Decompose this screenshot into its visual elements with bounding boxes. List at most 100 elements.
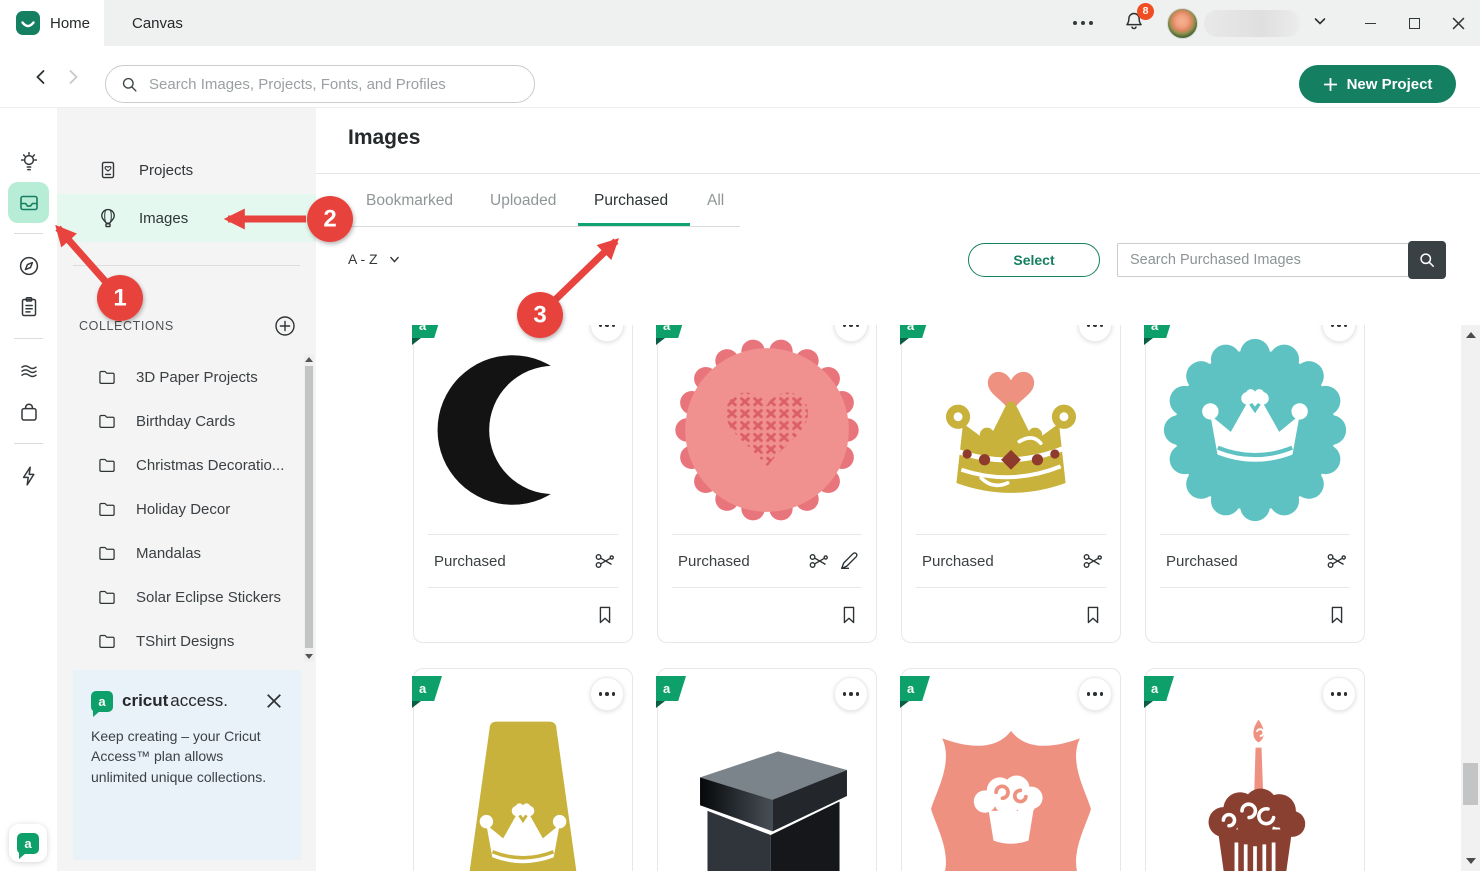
folder-item[interactable]: Birthday Cards xyxy=(57,401,297,441)
main-scrollbar[interactable] xyxy=(1461,325,1480,871)
folder-icon xyxy=(97,543,117,563)
bookmark-button[interactable] xyxy=(1082,604,1104,626)
bookmark-button[interactable] xyxy=(594,604,616,626)
scrollbar-thumb[interactable] xyxy=(305,366,313,648)
back-button[interactable] xyxy=(29,65,53,89)
card-menu-button[interactable] xyxy=(834,677,868,711)
status-label: Purchased xyxy=(922,553,1074,570)
image-card-crescent-moon[interactable]: a Purchased xyxy=(413,325,633,643)
promo-close-button[interactable] xyxy=(263,690,285,712)
folder-label: Holiday Decor xyxy=(136,501,230,518)
scrollbar-thumb[interactable] xyxy=(1463,763,1478,805)
images-inbox-icon xyxy=(17,191,41,215)
card-menu-button[interactable] xyxy=(590,677,624,711)
rail-divider xyxy=(14,443,43,444)
status-label: Purchased xyxy=(1166,553,1318,570)
global-search-input[interactable] xyxy=(149,76,520,93)
new-project-button[interactable]: New Project xyxy=(1299,65,1456,103)
tab-home[interactable]: Home xyxy=(0,0,104,46)
tab-all[interactable]: All xyxy=(707,192,724,210)
scroll-down-icon[interactable] xyxy=(1466,858,1476,864)
card-art-cross-stitch-heart xyxy=(658,325,876,534)
maximize-button[interactable] xyxy=(1392,0,1436,46)
folder-item[interactable]: TShirt Designs xyxy=(57,621,297,661)
scroll-up-icon[interactable] xyxy=(305,357,313,362)
cricut-access-promo: a cricutaccess. Keep creating – your Cri… xyxy=(73,670,301,860)
project-card-icon xyxy=(97,159,119,181)
page-title: Images xyxy=(348,126,420,150)
scroll-up-icon[interactable] xyxy=(1466,332,1476,338)
image-card-cupcake-frame[interactable]: a Purchased xyxy=(901,668,1121,871)
tab-uploaded[interactable]: Uploaded xyxy=(490,192,556,210)
user-avatar[interactable] xyxy=(1167,8,1198,39)
cut-button[interactable] xyxy=(1082,550,1104,572)
sidebar-scrollbar[interactable] xyxy=(304,354,314,662)
access-badge-button[interactable]: a xyxy=(9,824,47,862)
folder-item[interactable]: Christmas Decoratio... xyxy=(57,445,297,485)
rail-item-ideas[interactable] xyxy=(8,141,49,182)
image-card-teal-scallop-crown[interactable]: a Purchased xyxy=(1145,325,1365,643)
cut-button[interactable] xyxy=(594,550,616,572)
status-label: Purchased xyxy=(678,553,800,570)
notifications-button[interactable]: 8 xyxy=(1123,10,1145,37)
rail-item-shop[interactable] xyxy=(8,391,49,432)
user-menu-chevron-icon[interactable] xyxy=(1312,13,1328,34)
bookmark-button[interactable] xyxy=(838,604,860,626)
add-collection-button[interactable] xyxy=(272,313,298,339)
image-card-heart-crown[interactable]: a Purchased xyxy=(901,325,1121,643)
tab-canvas[interactable]: Canvas xyxy=(104,0,211,46)
rail-item-quick-actions[interactable] xyxy=(8,455,49,496)
overflow-menu-button[interactable] xyxy=(1065,13,1101,33)
image-card-crown-tag[interactable]: a Purchased xyxy=(413,668,633,871)
rail-item-explore[interactable] xyxy=(8,245,49,286)
folder-icon xyxy=(97,455,117,475)
scroll-down-icon[interactable] xyxy=(305,654,313,659)
purchased-search-input[interactable] xyxy=(1117,243,1409,277)
image-card-gift-box[interactable]: a Purchased xyxy=(657,668,877,871)
sidebar-item-projects[interactable]: Projects xyxy=(57,146,316,194)
rail-item-images[interactable] xyxy=(8,182,49,223)
titlebar: Home Canvas 8 xyxy=(0,0,1480,46)
pencil-icon xyxy=(838,550,860,572)
minimize-button[interactable] xyxy=(1348,0,1392,46)
cut-button[interactable] xyxy=(808,550,830,572)
tab-bookmarked[interactable]: Bookmarked xyxy=(366,192,453,210)
close-icon xyxy=(266,693,282,709)
user-name-redacted xyxy=(1204,10,1300,37)
titlebar-right: 8 xyxy=(1065,0,1480,46)
scissors-icon xyxy=(1082,550,1104,572)
folder-item[interactable]: Mandalas xyxy=(57,533,297,573)
image-card-cross-stitch-heart[interactable]: a Purchased xyxy=(657,325,877,643)
cut-button[interactable] xyxy=(1326,550,1348,572)
bookmark-button[interactable] xyxy=(1326,604,1348,626)
folder-item[interactable]: 3D Paper Projects xyxy=(57,357,297,397)
sort-dropdown[interactable]: A - Z xyxy=(348,251,401,267)
image-card-birthday-cupcake[interactable]: a Purchased xyxy=(1145,668,1365,871)
forward-button[interactable] xyxy=(61,65,85,89)
close-button[interactable] xyxy=(1436,0,1480,46)
scissors-icon xyxy=(1326,550,1348,572)
folder-item[interactable]: Holiday Decor xyxy=(57,489,297,529)
select-button[interactable]: Select xyxy=(968,243,1100,277)
tab-purchased[interactable]: Purchased xyxy=(594,192,668,210)
collections-header: COLLECTIONS xyxy=(57,304,316,348)
brand-access: access. xyxy=(170,691,228,710)
card-menu-button[interactable] xyxy=(1322,677,1356,711)
tab-canvas-label: Canvas xyxy=(132,15,183,32)
rail-divider xyxy=(14,233,43,234)
search-submit-button[interactable] xyxy=(1408,241,1446,279)
edit-button[interactable] xyxy=(838,550,860,572)
sidebar-item-label: Projects xyxy=(139,162,193,179)
folder-label: 3D Paper Projects xyxy=(136,369,258,386)
card-menu-button[interactable] xyxy=(1078,677,1112,711)
scissors-icon xyxy=(594,550,616,572)
sidebar-item-images[interactable]: Images xyxy=(57,194,316,242)
rail-item-projects[interactable] xyxy=(8,286,49,327)
folder-item[interactable]: Solar Eclipse Stickers xyxy=(57,577,297,617)
rail-item-materials[interactable] xyxy=(8,350,49,391)
bookmark-icon xyxy=(1326,604,1348,626)
sidebar-item-label: Images xyxy=(139,210,188,227)
brand-cricut: cricut xyxy=(122,691,168,710)
title-divider xyxy=(316,173,1480,174)
icon-rail: a xyxy=(0,108,57,871)
